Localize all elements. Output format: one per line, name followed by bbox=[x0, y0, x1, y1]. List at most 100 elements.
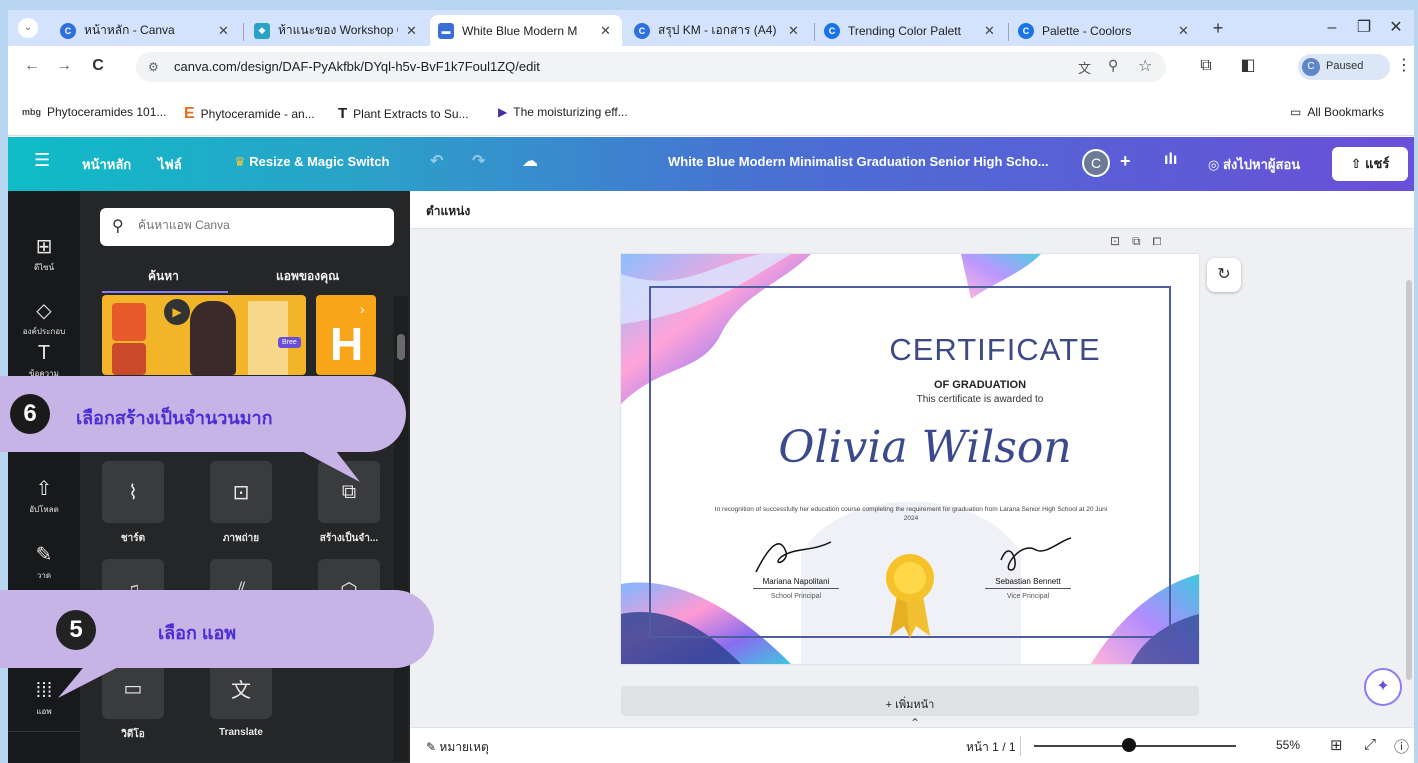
omnibox[interactable]: ⚙ canva.com/design/DAF-PyAkfbk/DYql-h5v-… bbox=[136, 52, 1166, 82]
signatory-role[interactable]: Vice Principal bbox=[968, 593, 1088, 600]
app-search-input[interactable] bbox=[138, 218, 378, 232]
browser-tab[interactable]: C หน้าหลัก - Canva ✕ bbox=[52, 15, 240, 46]
design-title[interactable]: White Blue Modern Minimalist Graduation … bbox=[668, 154, 1049, 169]
redo-icon[interactable]: ↷ bbox=[472, 151, 485, 171]
browser-tab-active[interactable]: ▬ White Blue Modern M ✕ bbox=[430, 15, 622, 46]
bookmark-item[interactable]: mbg Phytoceramides 101... bbox=[22, 105, 166, 119]
coolors-favicon-icon: C bbox=[824, 22, 840, 39]
share-button[interactable]: ⇧ แชร์ bbox=[1332, 147, 1408, 181]
photo-icon: ⊡ bbox=[232, 481, 250, 504]
back-arrow-icon[interactable]: ← bbox=[22, 56, 42, 76]
crown-icon: ♛ bbox=[234, 154, 246, 169]
bookmark-item[interactable]: E Phytoceramide - an... bbox=[184, 105, 315, 123]
undo-icon[interactable]: ↶ bbox=[430, 151, 443, 171]
notes-button[interactable]: ✎ หมายเหตุ bbox=[426, 738, 489, 757]
home-button[interactable]: หน้าหลัก bbox=[82, 154, 131, 175]
panel-scrollbar[interactable] bbox=[394, 296, 408, 761]
browser-menu-icon[interactable]: ⋮ bbox=[1394, 56, 1414, 76]
insights-icon[interactable]: ılı bbox=[1164, 151, 1177, 169]
collaborator-avatar[interactable]: C bbox=[1082, 149, 1110, 177]
tab-search-icon[interactable]: ⌄ bbox=[18, 18, 38, 38]
tab-search[interactable]: ค้นหา bbox=[148, 267, 179, 286]
page-tools[interactable]: ⊡⧉⧠ bbox=[1110, 234, 1173, 249]
browser-tab[interactable]: C Palette - Coolors ✕ bbox=[1010, 15, 1200, 46]
site-settings-icon[interactable]: ⚙ bbox=[148, 60, 164, 74]
position-button[interactable]: ตำแหน่ง bbox=[426, 202, 470, 221]
file-menu-button[interactable]: ไฟล์ bbox=[158, 154, 182, 175]
reload-icon[interactable]: C bbox=[88, 56, 108, 76]
restore-icon[interactable]: ❐ bbox=[1354, 18, 1374, 38]
close-icon[interactable]: ✕ bbox=[788, 23, 802, 39]
browser-tab[interactable]: C สรุป KM - เอกสาร (A4) ✕ bbox=[626, 15, 810, 46]
app-tile-photos[interactable]: ⊡ bbox=[210, 461, 272, 523]
tab-your-apps[interactable]: แอพของคุณ bbox=[276, 267, 339, 286]
extensions-icon[interactable]: ⧉ bbox=[1196, 56, 1216, 76]
magic-assistant-icon[interactable]: ✦ bbox=[1364, 668, 1402, 706]
cloud-sync-icon[interactable]: ☁ bbox=[522, 151, 538, 171]
close-icon[interactable]: ✕ bbox=[600, 23, 614, 39]
profile-chip[interactable]: C Paused bbox=[1298, 54, 1390, 80]
certificate-subtitle[interactable]: OF GRADUATION bbox=[621, 379, 1199, 391]
regenerate-icon[interactable]: ↻ bbox=[1207, 258, 1241, 292]
notes-icon: ✎ bbox=[426, 740, 437, 754]
close-icon[interactable]: ✕ bbox=[218, 23, 232, 39]
close-icon[interactable]: ✕ bbox=[1178, 23, 1192, 39]
new-tab-button[interactable]: + bbox=[1208, 18, 1228, 38]
minimize-icon[interactable]: – bbox=[1322, 18, 1342, 38]
signatory-name[interactable]: Sebastian Bennett bbox=[968, 577, 1088, 586]
certificate-page[interactable]: CERTIFICATE OF GRADUATION This certifica… bbox=[621, 254, 1199, 664]
hamburger-menu-icon[interactable]: ☰ bbox=[34, 150, 50, 171]
resize-label: Resize & Magic Switch bbox=[249, 154, 390, 169]
rail-text[interactable]: T ข้อความ bbox=[8, 341, 80, 380]
bookmark-item[interactable]: ▶ The moisturizing eff... bbox=[498, 105, 628, 119]
certificate-title[interactable]: CERTIFICATE bbox=[621, 332, 1199, 368]
workshop-favicon-icon: ◆ bbox=[254, 22, 270, 39]
rail-draw[interactable]: ✎ วาด bbox=[8, 543, 80, 582]
tab-label: สรุป KM - เอกสาร (A4) bbox=[658, 23, 777, 37]
bookmark-star-icon[interactable]: ☆ bbox=[1138, 56, 1152, 76]
recipient-name[interactable]: Olivia Wilson bbox=[621, 422, 1199, 473]
rail-design[interactable]: ⊞ ดีไซน์ bbox=[8, 235, 80, 274]
forward-arrow-icon[interactable]: → bbox=[54, 56, 74, 76]
rail-label: แอพ bbox=[36, 707, 52, 716]
signatory-name[interactable]: Mariana Napolitani bbox=[736, 577, 856, 586]
browser-tab[interactable]: ◆ ห้าแนะของ Workshop C ✕ bbox=[246, 15, 428, 46]
rail-elements[interactable]: ◇ องค์ประกอบ bbox=[8, 299, 80, 338]
add-collaborator-icon[interactable]: + bbox=[1120, 151, 1131, 172]
resize-button[interactable]: ♛ Resize & Magic Switch bbox=[234, 154, 389, 170]
close-icon[interactable]: ✕ bbox=[984, 23, 998, 39]
close-icon[interactable]: ✕ bbox=[406, 23, 420, 39]
grid-view-icon[interactable]: ⊞ bbox=[1330, 736, 1343, 754]
close-window-icon[interactable]: ✕ bbox=[1386, 18, 1406, 38]
chevron-right-icon[interactable]: › bbox=[360, 301, 365, 317]
add-page-button[interactable]: + เพิ่มหน้า bbox=[621, 686, 1199, 716]
all-bookmarks[interactable]: ▭ All Bookmarks bbox=[1290, 105, 1384, 119]
scrollbar-thumb[interactable] bbox=[397, 334, 405, 360]
browser-tab[interactable]: C Trending Color Palett ✕ bbox=[816, 15, 1006, 46]
workspace-scrollbar[interactable] bbox=[1406, 280, 1412, 680]
page-counter[interactable]: หน้า 1 / 1 bbox=[966, 738, 1016, 757]
bookmark-item[interactable]: T Plant Extracts to Su... bbox=[338, 105, 469, 122]
recognition-text[interactable]: In recognition of successfully her educa… bbox=[711, 505, 1111, 523]
featured-app-thumbnail[interactable]: ▶ Bree bbox=[102, 295, 306, 375]
bookmark-label: Plant Extracts to Su... bbox=[353, 106, 469, 121]
side-panel-icon[interactable]: ◧ bbox=[1238, 56, 1258, 76]
fullscreen-icon[interactable]: ⤢ bbox=[1364, 736, 1376, 753]
featured-app-thumbnail[interactable]: H › bbox=[316, 295, 376, 375]
zoom-icon[interactable]: ⚲ bbox=[1108, 57, 1118, 74]
text-icon: T bbox=[37, 342, 51, 364]
translate-icon[interactable]: 文 bbox=[1078, 58, 1091, 77]
help-icon[interactable]: ⓘ bbox=[1394, 736, 1409, 757]
send-to-teacher-button[interactable]: ◎ ส่งไปหาผู้สอน bbox=[1208, 154, 1300, 175]
check-circle-icon: ◎ bbox=[1208, 157, 1220, 172]
zoom-level[interactable]: 55% bbox=[1276, 738, 1300, 752]
bookmark-icon: mbg bbox=[22, 107, 41, 117]
app-search-box[interactable]: ⚲ bbox=[100, 208, 394, 246]
signatory-role[interactable]: School Principal bbox=[736, 593, 856, 600]
app-tile-charts[interactable]: ⌇ bbox=[102, 461, 164, 523]
frame-border-right bbox=[1414, 0, 1418, 763]
rail-uploads[interactable]: ⇧ อัปโหลด bbox=[8, 477, 80, 516]
rail-label: วาด bbox=[36, 571, 52, 580]
zoom-slider-thumb[interactable] bbox=[1122, 738, 1136, 752]
certificate-awarded-text[interactable]: This certificate is awarded to bbox=[621, 394, 1199, 405]
